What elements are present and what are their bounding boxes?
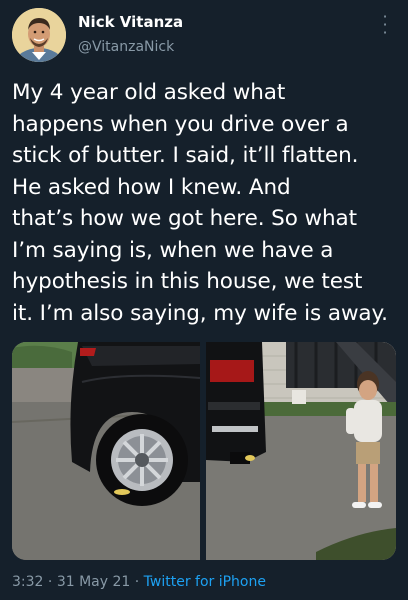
tweet-time[interactable]: 3:32 bbox=[12, 574, 43, 590]
tweet-source-link[interactable]: Twitter for iPhone bbox=[144, 574, 266, 590]
author-handle[interactable]: @VitanzaNick bbox=[78, 39, 174, 56]
tweet: Nick Vitanza @VitanzaNick · · · My 4 year … bbox=[0, 0, 408, 600]
photo-suv-wheel[interactable] bbox=[12, 342, 200, 560]
photo-child-and-suv[interactable] bbox=[206, 342, 396, 560]
tweet-text-line: stick of butter. I said, it’ll flatten. bbox=[12, 143, 359, 168]
more-vertical-icon[interactable]: · · · bbox=[380, 9, 390, 41]
tweet-text-line: that’s how we got here. So what bbox=[12, 206, 357, 231]
avatar[interactable] bbox=[12, 8, 66, 62]
tweet-text-line: My 4 year old asked what bbox=[12, 80, 286, 105]
tweet-text-line: hypothesis in this house, we test bbox=[12, 269, 363, 294]
tweet-text-line: He asked how I knew. And bbox=[12, 174, 291, 200]
tweet-text-line: happens when you drive over a bbox=[12, 111, 349, 137]
meta-separator: · bbox=[134, 574, 140, 590]
tweet-meta: 3:32 · 31 May 21 · Twitter for iPhone bbox=[12, 573, 266, 591]
media-grid bbox=[12, 342, 396, 560]
meta-separator: · bbox=[47, 574, 53, 590]
avatar-image bbox=[12, 8, 66, 62]
tweet-text: My 4 year old asked what happens when yo… bbox=[12, 77, 404, 329]
tweet-date[interactable]: 31 May 21 bbox=[57, 574, 130, 590]
tweet-text-line: I’m saying is, when we have a bbox=[12, 237, 334, 263]
tweet-text-line: it. I’m also saying, my wife is away. bbox=[12, 300, 388, 326]
author-name[interactable]: Nick Vitanza bbox=[78, 13, 183, 31]
